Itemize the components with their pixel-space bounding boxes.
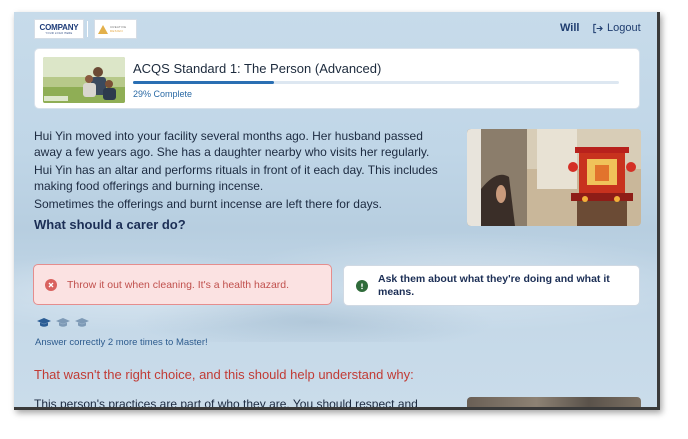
mountain-icon xyxy=(98,24,108,34)
company-logo-text: COMPANY xyxy=(39,23,79,32)
company-logo-tagline: YOUR LOGO HERE xyxy=(45,32,73,35)
scenario-paragraph: Hui Yin has an altar and performs ritual… xyxy=(34,163,438,193)
graduation-cap-icon xyxy=(37,318,51,327)
shrine-photo xyxy=(467,129,641,226)
mastery-message: Answer correctly 2 more times to Master! xyxy=(35,337,208,348)
scenario-paragraph: Hui Yin moved into your facility several… xyxy=(34,129,430,159)
question-heading: What should a carer do? xyxy=(34,217,186,232)
progress-fill xyxy=(133,81,274,84)
feedback-text: This person's practices are part of who … xyxy=(34,397,418,410)
creative-design-logo: CREATIVE DESIGN xyxy=(94,19,137,39)
graduation-cap-icon xyxy=(56,318,70,327)
course-title: ACQS Standard 1: The Person (Advanced) xyxy=(133,61,382,76)
graduation-cap-icon xyxy=(75,318,89,327)
answer-option-wrong[interactable]: Throw it out when cleaning. It's a healt… xyxy=(33,264,332,305)
logout-icon xyxy=(593,23,603,33)
logo-divider xyxy=(87,21,88,37)
answer-wrong-text: Throw it out when cleaning. It's a healt… xyxy=(67,278,290,291)
app-frame: COMPANY YOUR LOGO HERE CREATIVE DESIGN W… xyxy=(14,12,660,410)
progress-bar xyxy=(133,81,619,84)
user-name[interactable]: Will xyxy=(560,22,579,34)
scenario-paragraph: Sometimes the offerings and burnt incens… xyxy=(34,197,382,211)
answer-correct-text: Ask them about what they're doing and wh… xyxy=(378,272,610,298)
creative-logo-bottom: DESIGN xyxy=(110,29,123,33)
course-thumbnail xyxy=(43,57,125,103)
course-card: ACQS Standard 1: The Person (Advanced) 2… xyxy=(34,48,640,109)
x-circle-icon xyxy=(45,278,57,291)
mastery-caps xyxy=(36,317,90,329)
progress-label: 29% Complete xyxy=(133,89,193,99)
company-logo: COMPANY YOUR LOGO HERE xyxy=(34,19,84,39)
feedback-title: That wasn't the right choice, and this s… xyxy=(34,367,414,382)
exclamation-circle-icon xyxy=(356,279,368,292)
logout-button[interactable]: Logout xyxy=(592,22,641,34)
feedback-photo xyxy=(467,397,641,407)
logout-label[interactable]: Logout xyxy=(607,22,641,34)
scenario-text: Hui Yin moved into your facility several… xyxy=(34,128,444,214)
answer-option-correct[interactable]: Ask them about what they're doing and wh… xyxy=(343,265,640,306)
